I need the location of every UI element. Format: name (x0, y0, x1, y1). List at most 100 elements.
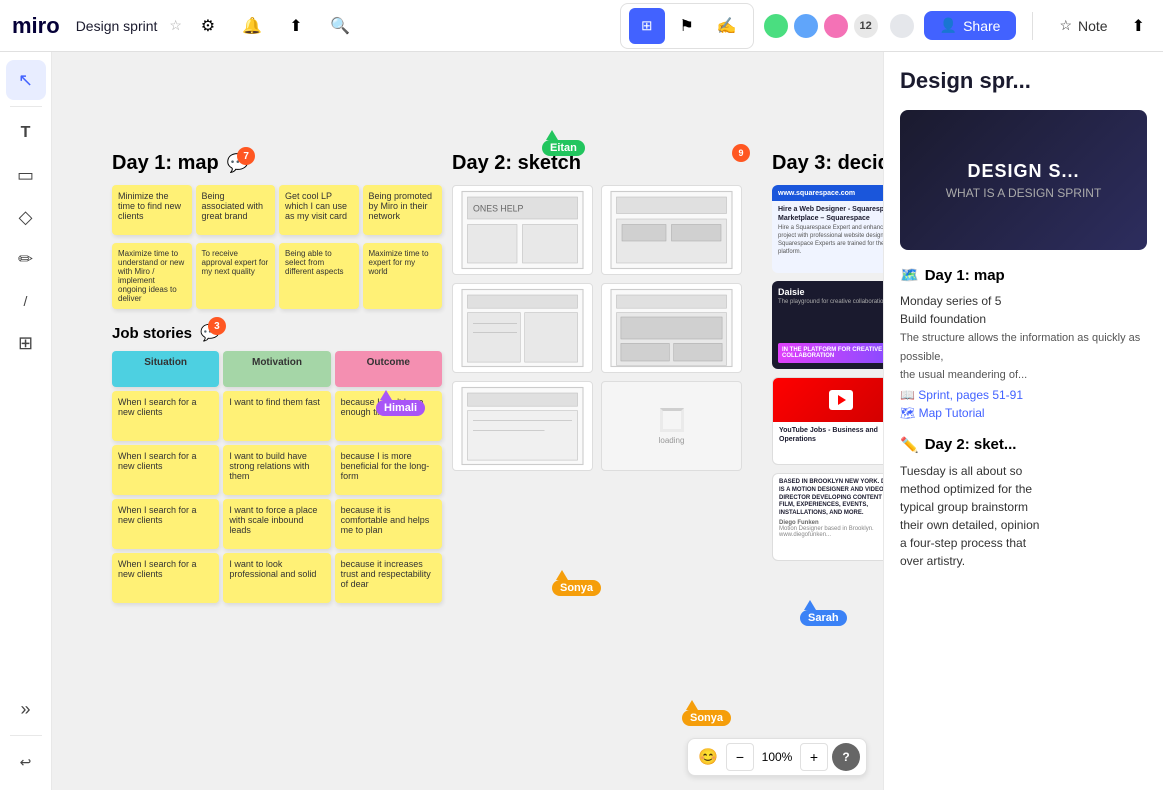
star-icon[interactable]: ☆ (169, 17, 182, 34)
share-link-button[interactable]: ⬆ (278, 8, 314, 44)
current-user-avatar (888, 12, 916, 40)
cursor-eitan-label: Eitan (542, 140, 585, 156)
zoom-out-button[interactable]: − (726, 743, 754, 771)
canvas[interactable]: Day 1: map 💬 7 Minimize the time to find… (52, 52, 883, 790)
thumbnail-text-2: WHAT IS A DESIGN SPRINT (946, 186, 1102, 200)
text-tool[interactable]: T (6, 113, 46, 153)
main-layout: ↖ T ▭ ◇ ✏ / ⊞ » ↩ Day 1: map 💬 7 (0, 52, 1163, 790)
panel-day2-text: Tuesday is all about so method optimized… (900, 462, 1147, 570)
job-row2-motivation: I want to build have strong relations wi… (223, 445, 330, 495)
divider (1032, 12, 1033, 40)
cursor-sarah-label: Sarah (800, 610, 847, 626)
share-button[interactable]: 👤 Share (924, 11, 1017, 40)
bookmark-icon: ☆ (1059, 17, 1072, 34)
cursor-eitan: Eitan (542, 130, 585, 156)
shapes-tool[interactable]: ◇ (6, 197, 46, 237)
decide-img-3[interactable]: Daisie The playground for creative colla… (772, 281, 883, 369)
cursor-sonya-top: Sonya (552, 570, 601, 596)
timer-button[interactable]: ⚑ (669, 8, 705, 44)
job-row4-motivation: I want to look professional and solid (223, 553, 330, 603)
cursor-sonya-bottom: Sonya (682, 700, 731, 726)
undo-button[interactable]: ↩ (6, 742, 46, 782)
sketch-grid: ONES HELP (452, 185, 742, 471)
decide-grid: www.squarespace.com Hire a Web Designer … (772, 185, 883, 561)
cursor-himali-label: Himali (376, 400, 425, 416)
select-tool[interactable]: ↖ (6, 60, 46, 100)
top-stickies: Minimize the time to find new clients Be… (112, 185, 442, 235)
avatar-3 (822, 12, 850, 40)
panel-day2: ✏️ Day 2: sket... Tuesday is all about s… (900, 436, 1147, 570)
reaction-button[interactable]: ✍ (709, 8, 745, 44)
board-title: Design sprint (76, 18, 158, 34)
notifications-button[interactable]: 🔔 (234, 8, 270, 44)
decide-img-7[interactable]: BASED IN BROOKLYN NEW YORK. DIEGO IS A M… (772, 473, 883, 561)
motivation-header: Motivation (223, 351, 330, 387)
job-row3-situation: When I search for a new clients (112, 499, 219, 549)
job-row2-outcome: because I is more beneficial for the lon… (335, 445, 442, 495)
zoom-level: 100% (758, 750, 796, 764)
job-row4-situation: When I search for a new clients (112, 553, 219, 603)
job-row-2: When I search for a new clients I want t… (112, 445, 442, 495)
avatars-group: 12 (762, 12, 916, 40)
sketch-4[interactable] (601, 283, 742, 373)
sketch-2[interactable] (601, 185, 742, 275)
day3-label: Day 3: decide (772, 152, 883, 175)
job-row-3: When I search for a new clients I want t… (112, 499, 442, 549)
miro-logo: miro (12, 13, 60, 39)
day3-section: Day 3: decide 💬 1 www.squarespace.com Hi… (772, 152, 883, 561)
sticky-7: Being able to select from different aspe… (279, 243, 359, 309)
sketch-3[interactable] (452, 283, 593, 373)
decide-img-1[interactable]: www.squarespace.com Hire a Web Designer … (772, 185, 883, 273)
cursor-himali: Himali (376, 390, 425, 416)
outcome-header: Outcome (335, 351, 442, 387)
job-stories-header: Job stories 💬 3 (112, 323, 442, 343)
day1-label: Day 1: map (112, 152, 219, 175)
left-toolbar: ↖ T ▭ ◇ ✏ / ⊞ » ↩ (0, 52, 52, 790)
job-row1-situation: When I search for a new clients (112, 391, 219, 441)
help-button[interactable]: ? (832, 743, 860, 771)
day1-icon-wrapper: 💬 7 (227, 153, 249, 174)
zoom-controls: 😊 − 100% + ? (687, 738, 867, 776)
sketch-icon: ✏️ (900, 436, 919, 454)
export-button[interactable]: ⬆ (1126, 10, 1151, 42)
topbar: miro Design sprint ☆ ⚙ 🔔 ⬆ 🔍 ⊞ ⚑ ✍ 12 👤 … (0, 0, 1163, 52)
panel-day2-title: ✏️ Day 2: sket... (900, 436, 1147, 454)
panel-day1-title: 🗺️ Day 1: map (900, 266, 1147, 284)
sticky-1: Minimize the time to find new clients (112, 185, 192, 235)
pen-tool[interactable]: ✏ (6, 239, 46, 279)
search-button[interactable]: 🔍 (322, 8, 358, 44)
panel-thumbnail-content: DESIGN S... WHAT IS A DESIGN SPRINT (946, 161, 1102, 200)
right-panel: Design spr... DESIGN S... WHAT IS A DESI… (883, 52, 1163, 790)
map-tutorial-link[interactable]: 🗺 Map Tutorial (900, 406, 1147, 420)
sticky-8: Maximize time to expert for my world (363, 243, 443, 309)
line-tool[interactable]: / (6, 281, 46, 321)
sprint-pages-link[interactable]: 📖 Sprint, pages 51-91 (900, 388, 1147, 402)
cursor-sonya-top-label: Sonya (552, 580, 601, 596)
decide-img-5[interactable]: YouTube Jobs - Business and Operations (772, 377, 883, 465)
share-icon: 👤 (940, 17, 957, 34)
sticky-4: Being promoted by Miro in their network (363, 185, 443, 235)
sticky-5: Maximize time to understand or new with … (112, 243, 192, 309)
panel-day1: 🗺️ Day 1: map Monday series of 5 Build f… (900, 266, 1147, 420)
more-tools[interactable]: » (6, 689, 46, 729)
frame-tool[interactable]: ⊞ (6, 323, 46, 363)
settings-button[interactable]: ⚙ (190, 8, 226, 44)
sketch-1[interactable]: ONES HELP (452, 185, 593, 275)
share-label: Share (963, 18, 1000, 34)
frame-button[interactable]: ⊞ (629, 8, 665, 44)
separator-2 (10, 735, 42, 736)
cursor-sarah: Sarah (800, 600, 847, 626)
sticky-note-tool[interactable]: ▭ (6, 155, 46, 195)
note-button[interactable]: ☆ Note (1049, 11, 1117, 40)
job-row1-motivation: I want to find them fast (223, 391, 330, 441)
avatar-count[interactable]: 12 (852, 12, 880, 40)
situation-header: Situation (112, 351, 219, 387)
emoji-react-button[interactable]: 😊 (694, 743, 722, 771)
job-stories-label: Job stories (112, 325, 192, 342)
job-row2-situation: When I search for a new clients (112, 445, 219, 495)
sketch-6[interactable]: loading 9 (601, 381, 742, 471)
job-row-4: When I search for a new clients I want t… (112, 553, 442, 603)
sketch-5[interactable] (452, 381, 593, 471)
sticky-2: Being associated with great brand (196, 185, 276, 235)
zoom-in-button[interactable]: + (800, 743, 828, 771)
